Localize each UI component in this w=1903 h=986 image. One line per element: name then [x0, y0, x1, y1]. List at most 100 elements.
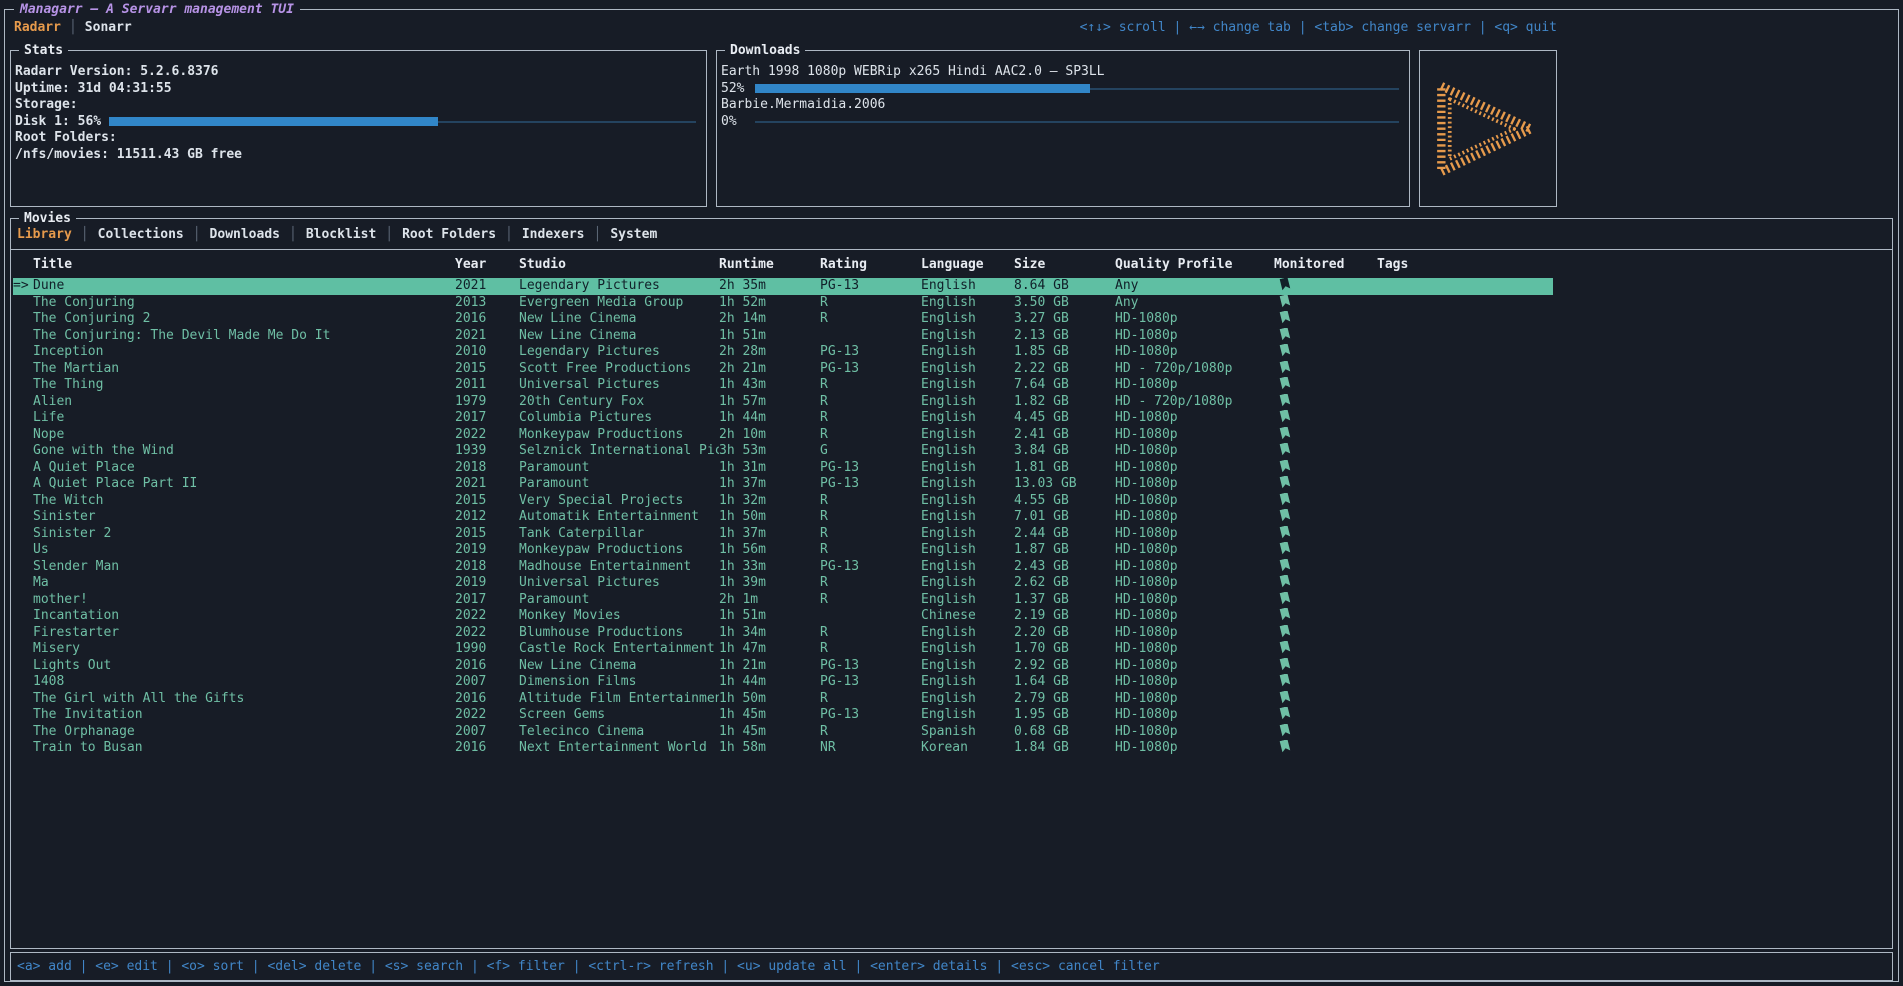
- cell-language: English: [921, 493, 1014, 510]
- table-row[interactable]: Sinister2012Automatik Entertainment1h 50…: [13, 509, 1553, 526]
- cell-studio: Columbia Pictures: [519, 410, 719, 427]
- cell-quality-profile: HD-1080p: [1115, 460, 1274, 477]
- servarr-tab-sonarr[interactable]: Sonarr: [85, 20, 132, 35]
- table-row[interactable]: The Conjuring: The Devil Made Me Do It20…: [13, 328, 1553, 345]
- tab-indexers[interactable]: Indexers: [522, 227, 585, 242]
- tab-downloads[interactable]: Downloads: [210, 227, 280, 242]
- disk-usage-label: Disk 1: 56%: [15, 114, 101, 131]
- cell-runtime: 1h 44m: [719, 410, 820, 427]
- downloads-panel: Downloads Earth 1998 1080p WEBRip x265 H…: [716, 50, 1410, 207]
- download-progress: 0%: [721, 114, 1399, 131]
- cell-title: Inception: [33, 344, 455, 361]
- table-row[interactable]: Ma2019Universal Pictures1h 39mREnglish2.…: [13, 575, 1553, 592]
- download-percent: 0%: [721, 114, 745, 131]
- tab-system[interactable]: System: [610, 227, 657, 242]
- cell-language: English: [921, 476, 1014, 493]
- cell-year: 2022: [455, 608, 519, 625]
- table-row[interactable]: The Martian2015Scott Free Productions2h …: [13, 361, 1553, 378]
- cell-studio: 20th Century Fox: [519, 394, 719, 411]
- cell-size: 1.84 GB: [1014, 740, 1115, 757]
- table-row[interactable]: Gone with the Wind1939Selznick Internati…: [13, 443, 1553, 460]
- table-row[interactable]: Us2019Monkeypaw Productions1h 56mREnglis…: [13, 542, 1553, 559]
- cell-title: The Invitation: [33, 707, 455, 724]
- cell-studio: Very Special Projects: [519, 493, 719, 510]
- table-row[interactable]: Sinister 22015Tank Caterpillar1h 37mREng…: [13, 526, 1553, 543]
- cell-quality-profile: HD-1080p: [1115, 344, 1274, 361]
- cell-quality-profile: HD-1080p: [1115, 608, 1274, 625]
- table-row[interactable]: mother!2017Paramount2h 1mREnglish1.37 GB…: [13, 592, 1553, 609]
- cell-studio: Paramount: [519, 592, 719, 609]
- cell-studio: Madhouse Entertainment: [519, 559, 719, 576]
- monitored-icon: [1274, 278, 1377, 295]
- cell-size: 1.81 GB: [1014, 460, 1115, 477]
- cell-rating: PG-13: [820, 658, 921, 675]
- table-row[interactable]: A Quiet Place Part II2021Paramount1h 37m…: [13, 476, 1553, 493]
- disk-usage-line: Disk 1: 56%: [15, 114, 696, 131]
- table-row[interactable]: The Conjuring2013Evergreen Media Group1h…: [13, 295, 1553, 312]
- table-row[interactable]: A Quiet Place2018Paramount1h 31mPG-13Eng…: [13, 460, 1553, 477]
- cell-rating: R: [820, 526, 921, 543]
- table-row[interactable]: The Invitation2022Screen Gems1h 45mPG-13…: [13, 707, 1553, 724]
- cell-quality-profile: HD-1080p: [1115, 443, 1274, 460]
- table-row[interactable]: 14082007Dimension Films1h 44mPG-13Englis…: [13, 674, 1553, 691]
- cell-year: 2015: [455, 361, 519, 378]
- cell-runtime: 1h 47m: [719, 641, 820, 658]
- cell-studio: Monkey Movies: [519, 608, 719, 625]
- cell-title: The Conjuring: The Devil Made Me Do It: [33, 328, 455, 345]
- table-row[interactable]: The Witch2015Very Special Projects1h 32m…: [13, 493, 1553, 510]
- cell-runtime: 1h 51m: [719, 328, 820, 345]
- cell-quality-profile: HD-1080p: [1115, 575, 1274, 592]
- table-row[interactable]: =>Dune2021Legendary Pictures2h 35mPG-13E…: [13, 278, 1553, 295]
- tab-collections[interactable]: Collections: [98, 227, 184, 242]
- table-row[interactable]: The Orphanage2007Telecinco Cinema1h 45mR…: [13, 724, 1553, 741]
- monitored-icon: [1274, 592, 1377, 609]
- table-row[interactable]: Lights Out2016New Line Cinema1h 21mPG-13…: [13, 658, 1553, 675]
- cell-runtime: 2h 10m: [719, 427, 820, 444]
- cell-language: English: [921, 658, 1014, 675]
- version-label: Radarr Version:: [15, 64, 132, 79]
- cell-studio: Castle Rock Entertainment: [519, 641, 719, 658]
- table-row[interactable]: The Girl with All the Gifts2016Altitude …: [13, 691, 1553, 708]
- servarr-tab-radarr[interactable]: Radarr: [14, 20, 61, 35]
- cell-year: 1990: [455, 641, 519, 658]
- cell-size: 1.64 GB: [1014, 674, 1115, 691]
- cell-language: English: [921, 509, 1014, 526]
- monitored-icon: [1274, 460, 1377, 477]
- table-row[interactable]: The Thing2011Universal Pictures1h 43mREn…: [13, 377, 1553, 394]
- cell-rating: R: [820, 410, 921, 427]
- root-folder-value: /nfs/movies: 11511.43 GB free: [15, 147, 696, 164]
- table-row[interactable]: Misery1990Castle Rock Entertainment1h 47…: [13, 641, 1553, 658]
- monitored-icon: [1274, 691, 1377, 708]
- top-help-text: <↑↓> scroll | ←→ change tab | <tab> chan…: [1080, 19, 1557, 36]
- table-row[interactable]: Firestarter2022Blumhouse Productions1h 3…: [13, 625, 1553, 642]
- table-row[interactable]: Train to Busan2016Next Entertainment Wor…: [13, 740, 1553, 757]
- cell-language: Korean: [921, 740, 1014, 757]
- table-row[interactable]: Inception2010Legendary Pictures2h 28mPG-…: [13, 344, 1553, 361]
- tab-library[interactable]: Library: [17, 227, 72, 242]
- cell-quality-profile: HD - 720p/1080p: [1115, 394, 1274, 411]
- table-row[interactable]: Life2017Columbia Pictures1h 44mREnglish4…: [13, 410, 1553, 427]
- managarr-logo-icon: [1432, 80, 1544, 178]
- table-row[interactable]: Incantation2022Monkey Movies1h 51mChines…: [13, 608, 1553, 625]
- tab-root-folders[interactable]: Root Folders: [402, 227, 496, 242]
- cell-year: 2013: [455, 295, 519, 312]
- table-row[interactable]: Nope2022Monkeypaw Productions2h 10mREngl…: [13, 427, 1553, 444]
- stats-panel-title: Stats: [19, 42, 68, 59]
- monitored-icon: [1274, 674, 1377, 691]
- cell-runtime: 1h 21m: [719, 658, 820, 675]
- monitored-icon: [1274, 641, 1377, 658]
- cell-size: 2.62 GB: [1014, 575, 1115, 592]
- cell-runtime: 2h 28m: [719, 344, 820, 361]
- cell-size: 13.03 GB: [1014, 476, 1115, 493]
- cell-title: mother!: [33, 592, 455, 609]
- movies-table-header: TitleYearStudioRuntimeRatingLanguageSize…: [13, 256, 1553, 274]
- cell-size: 2.13 GB: [1014, 328, 1115, 345]
- cell-size: 2.19 GB: [1014, 608, 1115, 625]
- cell-rating: PG-13: [820, 278, 921, 295]
- tab-blocklist[interactable]: Blocklist: [306, 227, 376, 242]
- table-row[interactable]: The Conjuring 22016New Line Cinema2h 14m…: [13, 311, 1553, 328]
- table-row[interactable]: Slender Man2018Madhouse Entertainment1h …: [13, 559, 1553, 576]
- stats-panel: Stats Radarr Version: 5.2.6.8376 Uptime:…: [10, 50, 707, 207]
- column-header-runtime: Runtime: [719, 256, 820, 274]
- table-row[interactable]: Alien197920th Century Fox1h 57mREnglish1…: [13, 394, 1553, 411]
